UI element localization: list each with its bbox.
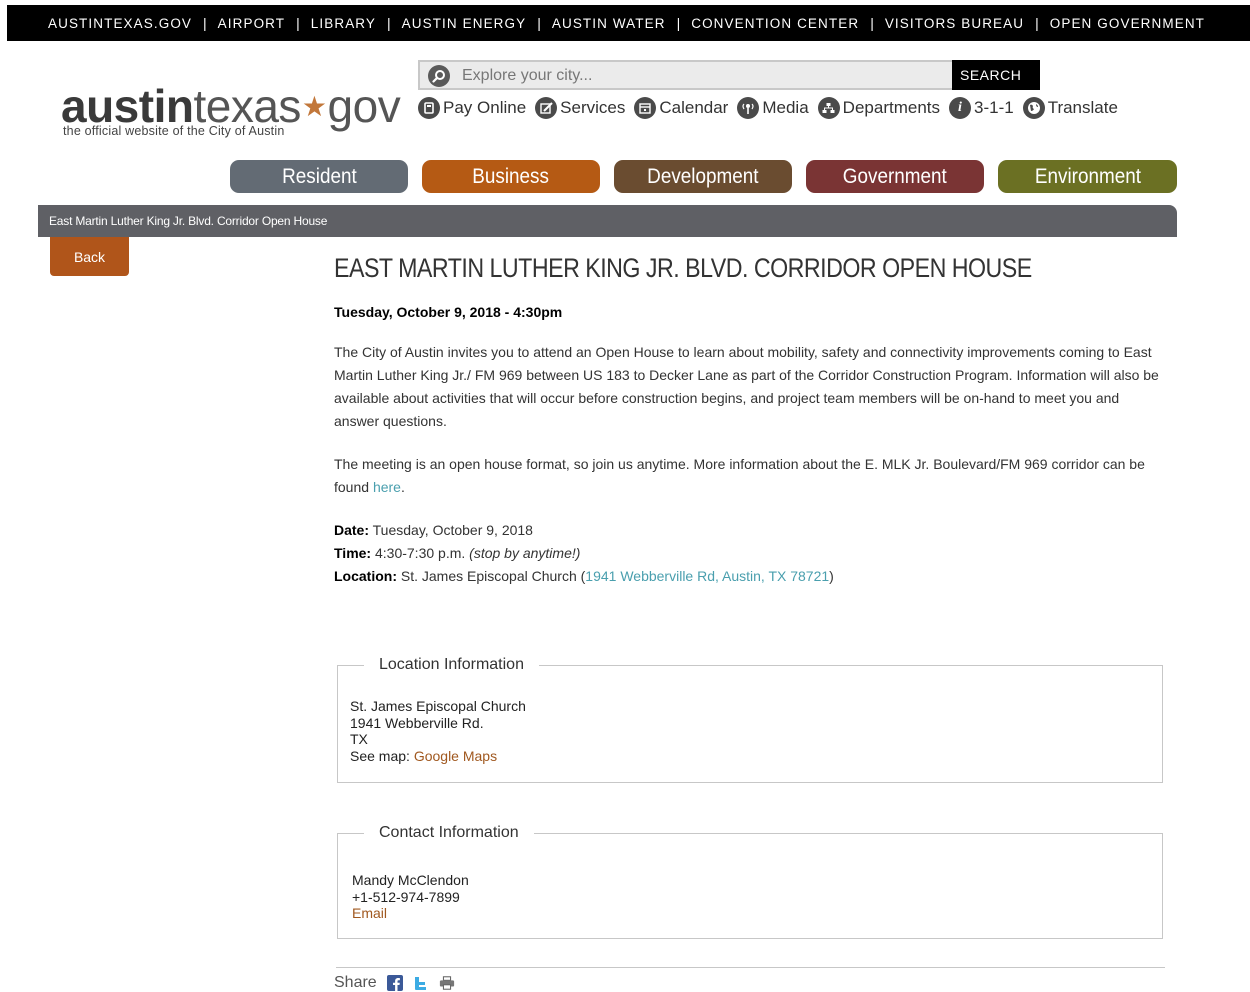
breadcrumb-current: East Martin Luther King Jr. Blvd. Corrid… bbox=[49, 214, 328, 228]
share-label: Share bbox=[334, 974, 377, 991]
nav-tab-government[interactable]: Government bbox=[806, 160, 984, 193]
contact-email-link[interactable]: Email bbox=[352, 905, 387, 921]
topbar-separator: | bbox=[203, 15, 207, 31]
nav-tab-development[interactable]: Development bbox=[614, 160, 792, 193]
topbar-link-austintexas-gov[interactable]: AUSTINTEXAS.GOV bbox=[48, 16, 192, 31]
location-info-box: Location Information St. James Episcopal… bbox=[337, 656, 1163, 783]
search-icon bbox=[428, 65, 450, 87]
topbar-separator: | bbox=[870, 15, 874, 31]
logo-wordmark: austintexas★gov bbox=[61, 80, 401, 132]
location-info-legend: Location Information bbox=[379, 656, 524, 673]
topbar-link-visitors-bureau[interactable]: VISITORS BUREAU bbox=[885, 16, 1024, 31]
back-button[interactable]: Back bbox=[50, 237, 129, 276]
nav-tab-resident[interactable]: Resident bbox=[230, 160, 408, 193]
topbar-separator: | bbox=[296, 15, 300, 31]
topbar-separator: | bbox=[676, 15, 681, 31]
topbar-link-airport[interactable]: AIRPORT bbox=[218, 16, 285, 31]
quick-links: Pay Online Services Calendar Media Depar… bbox=[418, 96, 1127, 120]
site-logo[interactable]: austintexas★gov the official website of … bbox=[61, 80, 401, 144]
star-icon: ★ bbox=[301, 91, 327, 122]
event-location-line: Location: St. James Episcopal Church (19… bbox=[334, 568, 834, 584]
more-info-link[interactable]: here bbox=[373, 479, 401, 495]
event-datetime: Tuesday, October 9, 2018 - 4:30pm bbox=[334, 304, 563, 320]
event-description: The City of Austin invites you to attend… bbox=[334, 344, 1159, 429]
nav-tab-business[interactable]: Business bbox=[422, 160, 600, 193]
media-icon bbox=[737, 97, 760, 119]
nav-tab-environment[interactable]: Environment bbox=[998, 160, 1177, 193]
contact-phone: +1-512-974-7899 bbox=[352, 888, 460, 905]
location-name: St. James Episcopal Church bbox=[350, 698, 526, 714]
pay-online-icon bbox=[418, 97, 440, 119]
share-divider bbox=[336, 967, 1165, 968]
breadcrumb: East Martin Luther King Jr. Blvd. Corrid… bbox=[38, 205, 1177, 237]
site-search: SEARCH bbox=[418, 60, 1040, 90]
share-bar: Share bbox=[334, 974, 455, 992]
topbar-separator: | bbox=[537, 15, 541, 31]
location-map-line: See map: Google Maps bbox=[350, 747, 498, 764]
quicklink-media[interactable]: Media bbox=[737, 97, 809, 119]
contact-info-legend: Contact Information bbox=[379, 824, 519, 841]
quicklink-departments[interactable]: Departments bbox=[817, 97, 940, 119]
event-date-line: Date: Tuesday, October 9, 2018 bbox=[334, 522, 533, 538]
event-details: Date: Tuesday, October 9, 2018 Time: 4:3… bbox=[334, 519, 834, 588]
calendar-icon bbox=[634, 97, 657, 119]
logo-tagline: the official website of the City of Aust… bbox=[63, 124, 285, 138]
top-utility-bar: AUSTINTEXAS.GOV | AIRPORT | LIBRARY | AU… bbox=[7, 5, 1250, 41]
topbar-link-austin-water[interactable]: AUSTIN WATER bbox=[552, 16, 666, 31]
services-icon bbox=[535, 97, 558, 119]
quicklink-translate[interactable]: Translate bbox=[1022, 97, 1118, 119]
location-street: 1941 Webberville Rd. bbox=[350, 714, 484, 731]
page-title: EAST MARTIN LUTHER KING JR. BLVD. CORRID… bbox=[334, 253, 1032, 283]
topbar-separator: | bbox=[387, 15, 391, 31]
quicklink-calendar[interactable]: Calendar bbox=[634, 97, 728, 119]
topbar-link-library[interactable]: LIBRARY bbox=[311, 16, 376, 31]
search-button[interactable]: SEARCH bbox=[952, 60, 1040, 90]
topbar-separator: | bbox=[1035, 15, 1039, 31]
event-time-line: Time: 4:30-7:30 p.m. (stop by anytime!) bbox=[334, 545, 581, 561]
quicklink-services[interactable]: Services bbox=[535, 97, 625, 119]
globe-icon bbox=[1022, 97, 1045, 119]
search-field-wrapper bbox=[418, 60, 953, 90]
address-link[interactable]: 1941 Webberville Rd, Austin, TX 78721 bbox=[585, 568, 829, 584]
info-icon: i bbox=[949, 97, 971, 119]
quicklink-311[interactable]: i 3-1-1 bbox=[949, 97, 1014, 119]
contact-name: Mandy McClendon bbox=[352, 872, 469, 888]
event-more-info: The meeting is an open house format, so … bbox=[334, 456, 1145, 495]
contact-info-box: Contact Information Mandy McClendon +1-5… bbox=[337, 824, 1163, 939]
topbar-link-convention-center[interactable]: CONVENTION CENTER bbox=[691, 16, 859, 31]
quicklink-pay-online[interactable]: Pay Online bbox=[418, 97, 526, 119]
location-state: TX bbox=[350, 731, 368, 748]
departments-icon bbox=[817, 97, 840, 119]
google-maps-link[interactable]: Google Maps bbox=[414, 748, 497, 764]
topbar-link-open-government[interactable]: OPEN GOVERNMENT bbox=[1050, 16, 1205, 31]
search-input[interactable] bbox=[460, 64, 944, 88]
topbar-link-austin-energy[interactable]: AUSTIN ENERGY bbox=[402, 16, 527, 31]
